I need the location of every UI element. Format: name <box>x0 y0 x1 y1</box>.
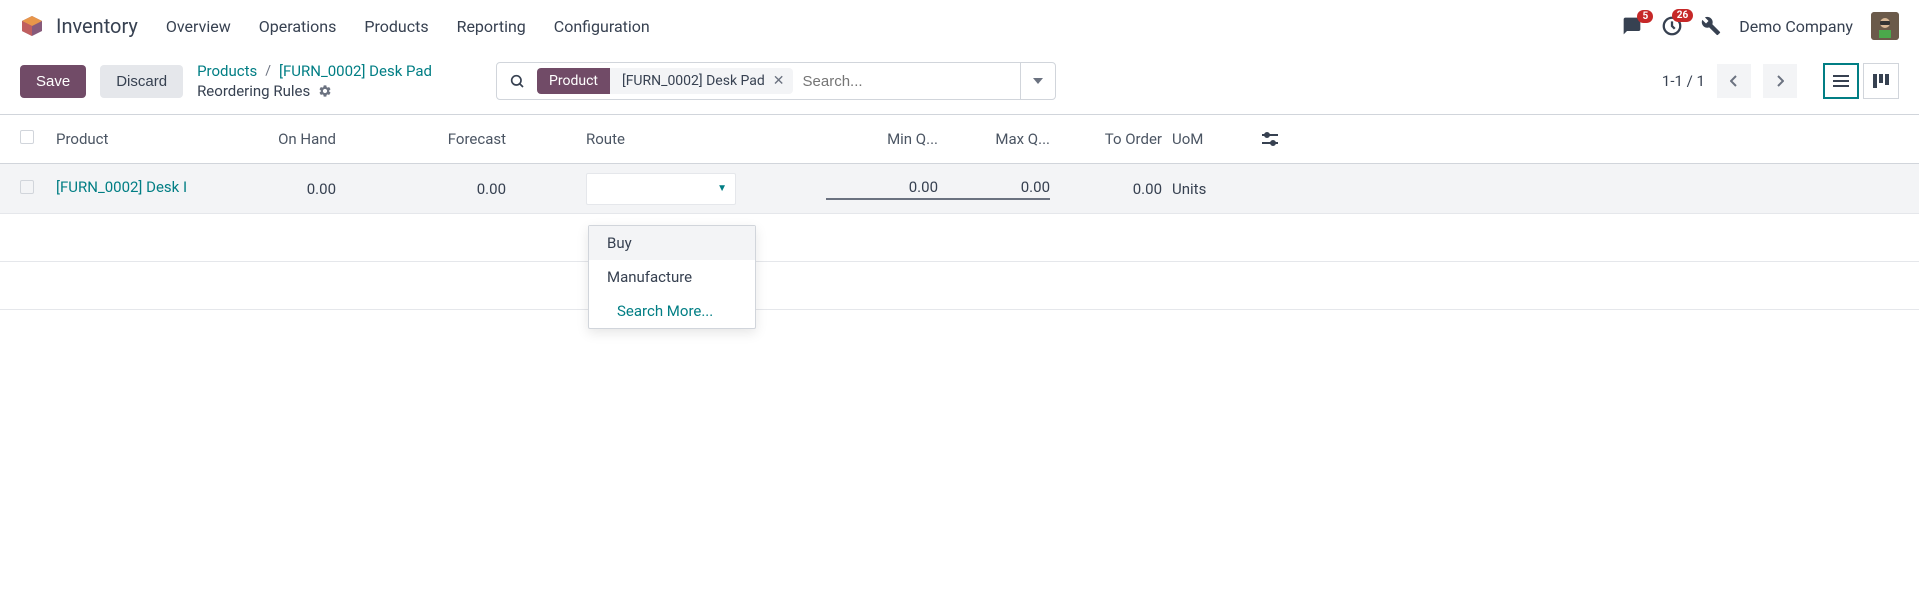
company-switcher[interactable]: Demo Company <box>1739 17 1853 36</box>
column-settings-icon[interactable] <box>1262 132 1899 146</box>
discard-button[interactable]: Discard <box>100 65 183 98</box>
search-dropdown-toggle[interactable] <box>1020 63 1055 99</box>
search-icon <box>497 73 537 89</box>
breadcrumb-sep: / <box>265 63 271 79</box>
app-logo-icon[interactable] <box>20 14 44 38</box>
filter-tag-label: Product <box>537 68 610 94</box>
cell-maxq[interactable]: 0.00 <box>938 178 1050 200</box>
nav-operations[interactable]: Operations <box>259 17 337 36</box>
app-title[interactable]: Inventory <box>56 14 138 38</box>
table-header: Product On Hand Forecast Route Min Q... … <box>0 114 1919 164</box>
breadcrumb-current: Reordering Rules <box>197 82 310 100</box>
route-dropdown: Buy Manufacture Search More... <box>588 225 756 329</box>
dropdown-option-buy[interactable]: Buy <box>589 226 755 260</box>
pager-prev-button[interactable] <box>1717 64 1751 98</box>
pager-text[interactable]: 1-1 / 1 <box>1662 72 1705 90</box>
cell-minq[interactable]: 0.00 <box>826 178 938 200</box>
top-nav: Inventory Overview Operations Products R… <box>0 0 1919 52</box>
cell-uom: Units <box>1162 180 1262 198</box>
control-row: Save Discard Products / [FURN_0002] Desk… <box>0 52 1919 114</box>
cell-toorder: 0.00 <box>1050 180 1162 198</box>
route-input[interactable] <box>595 181 695 197</box>
col-header-onhand[interactable]: On Hand <box>236 130 356 148</box>
nav-products[interactable]: Products <box>364 17 428 36</box>
kanban-view-button[interactable] <box>1863 63 1899 99</box>
breadcrumb: Products / [FURN_0002] Desk Pad Reorderi… <box>197 62 432 100</box>
debug-icon[interactable] <box>1701 16 1721 36</box>
activities-badge: 26 <box>1672 9 1693 22</box>
nav-overview[interactable]: Overview <box>166 17 231 36</box>
col-header-maxq[interactable]: Max Q... <box>938 130 1050 148</box>
row-checkbox[interactable] <box>20 180 34 194</box>
product-link[interactable]: [FURN_0002] Desk I <box>56 178 216 196</box>
filter-remove-icon[interactable]: ✕ <box>773 73 785 89</box>
col-header-product[interactable]: Product <box>56 130 236 148</box>
nav-configuration[interactable]: Configuration <box>554 17 650 36</box>
breadcrumb-products[interactable]: Products <box>197 62 257 80</box>
cell-onhand: 0.00 <box>236 180 356 198</box>
col-header-minq[interactable]: Min Q... <box>826 130 938 148</box>
dropdown-search-more[interactable]: Search More... <box>589 294 755 328</box>
activities-icon[interactable]: 26 <box>1661 15 1683 37</box>
messages-icon[interactable]: 5 <box>1621 16 1643 36</box>
pager-next-button[interactable] <box>1763 64 1797 98</box>
nav-reporting[interactable]: Reporting <box>457 17 526 36</box>
select-all-checkbox[interactable] <box>20 130 34 144</box>
save-button[interactable]: Save <box>20 65 86 98</box>
col-header-forecast[interactable]: Forecast <box>356 130 526 148</box>
table-row[interactable]: [FURN_0002] Desk I 0.00 0.00 ▼ 0.00 0.00… <box>0 164 1919 214</box>
search-input[interactable] <box>793 73 1021 90</box>
caret-down-icon: ▼ <box>717 183 727 194</box>
filter-tag-value: [FURN_0002] Desk Pad <box>622 73 765 89</box>
messages-badge: 5 <box>1637 10 1653 23</box>
user-avatar[interactable] <box>1871 12 1899 40</box>
breadcrumb-product[interactable]: [FURN_0002] Desk Pad <box>279 62 432 80</box>
empty-row <box>0 214 1919 262</box>
col-header-toorder[interactable]: To Order <box>1050 130 1162 148</box>
dropdown-option-manufacture[interactable]: Manufacture <box>589 260 755 294</box>
route-select[interactable]: ▼ <box>586 173 736 205</box>
list-view-button[interactable] <box>1823 63 1859 99</box>
cell-forecast: 0.00 <box>356 180 526 198</box>
gear-icon[interactable] <box>318 84 332 98</box>
search-filter-tag: Product [FURN_0002] Desk Pad ✕ <box>537 68 792 94</box>
col-header-uom[interactable]: UoM <box>1162 130 1262 148</box>
col-header-route[interactable]: Route <box>526 130 826 148</box>
empty-row <box>0 262 1919 310</box>
search-box[interactable]: Product [FURN_0002] Desk Pad ✕ <box>496 62 1056 100</box>
pager: 1-1 / 1 <box>1662 64 1797 98</box>
